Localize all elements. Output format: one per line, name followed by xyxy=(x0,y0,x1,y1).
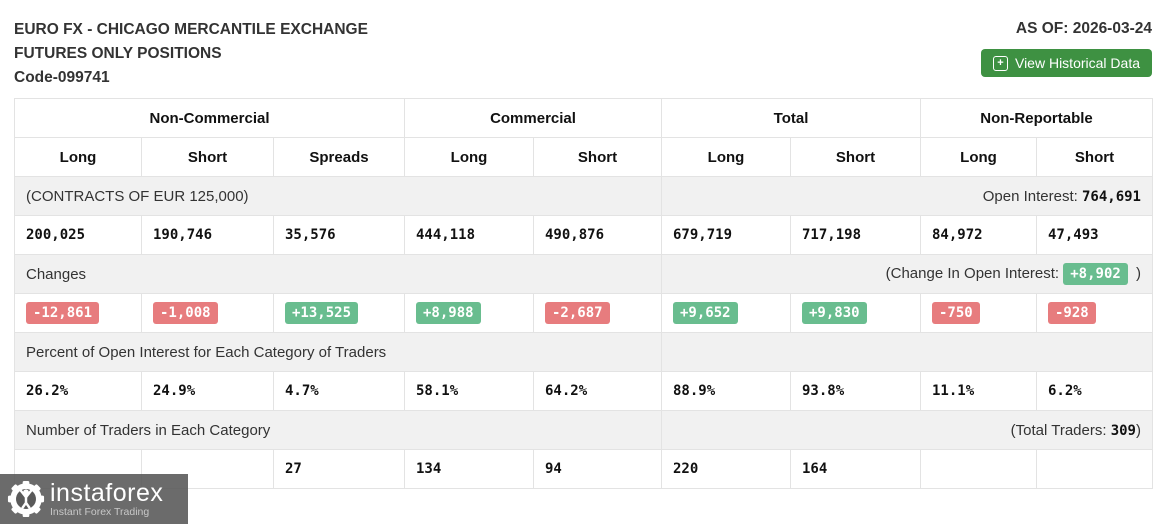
percent-cell: 64.2% xyxy=(533,371,662,411)
percent-cell: 4.7% xyxy=(273,371,405,411)
change-oi-suffix: ) xyxy=(1136,265,1141,282)
positions-cell: 490,876 xyxy=(533,215,662,255)
instaforex-gear-logo-icon xyxy=(7,480,45,518)
change-cell: +9,830 xyxy=(790,293,921,333)
contracts-label-row: (CONTRACTS OF EUR 125,000) Open Interest… xyxy=(14,176,1153,216)
percent-cell: 26.2% xyxy=(14,371,142,411)
positions-cell: 444,118 xyxy=(404,215,534,255)
change-cell: +9,652 xyxy=(661,293,791,333)
percent-label: Percent of Open Interest for Each Catego… xyxy=(14,332,662,372)
positions-cell: 717,198 xyxy=(790,215,921,255)
total-traders-value: 309 xyxy=(1110,422,1136,439)
change-badge: -12,861 xyxy=(26,302,100,324)
change-badge: -750 xyxy=(932,302,980,324)
positions-row: 200,025 190,746 35,576 444,118 490,876 6… xyxy=(14,215,1153,255)
change-cell: -928 xyxy=(1036,293,1153,333)
view-historical-data-button[interactable]: View Historical Data xyxy=(980,49,1152,77)
col-nr-long: Long xyxy=(920,137,1037,177)
percent-cell: 93.8% xyxy=(790,371,921,411)
report-title-block: EURO FX - CHICAGO MERCANTILE EXCHANGE FU… xyxy=(14,18,368,90)
positions-cell: 679,719 xyxy=(661,215,791,255)
change-cell: +8,988 xyxy=(404,293,534,333)
col-c-long: Long xyxy=(404,137,534,177)
col-nc-spreads: Spreads xyxy=(273,137,405,177)
percent-cell: 6.2% xyxy=(1036,371,1153,411)
group-header-row: Non-Commercial Commercial Total Non-Repo… xyxy=(14,98,1153,138)
percent-cell: 58.1% xyxy=(404,371,534,411)
total-traders-prefix: (Total Traders: xyxy=(1010,421,1107,439)
group-non-commercial: Non-Commercial xyxy=(14,98,405,138)
header-right-block: AS OF: 2026-03-24 View Historical Data xyxy=(980,18,1152,77)
change-badge: +13,525 xyxy=(285,302,359,324)
traders-cell: 94 xyxy=(533,449,662,489)
change-badge: +9,830 xyxy=(802,302,867,324)
col-c-short: Short xyxy=(533,137,662,177)
positions-cell: 35,576 xyxy=(273,215,405,255)
changes-label-row: Changes (Change In Open Interest: +8,902… xyxy=(14,254,1153,294)
change-badge: -1,008 xyxy=(153,302,218,324)
change-cell: -2,687 xyxy=(533,293,662,333)
report-subtitle: FUTURES ONLY POSITIONS xyxy=(14,45,222,62)
group-total: Total xyxy=(661,98,921,138)
total-traders-cell: (Total Traders: 309) xyxy=(661,410,1153,450)
change-badge: +9,652 xyxy=(673,302,738,324)
open-interest-value: 764,691 xyxy=(1081,188,1141,205)
group-commercial: Commercial xyxy=(404,98,662,138)
calendar-plus-icon xyxy=(992,55,1008,71)
change-cell: +13,525 xyxy=(273,293,405,333)
watermark-tagline: Instant Forex Trading xyxy=(50,505,150,518)
traders-label: Number of Traders in Each Category xyxy=(14,410,662,450)
change-cell: -1,008 xyxy=(141,293,274,333)
watermark-text-block: instaforex Instant Forex Trading xyxy=(50,478,164,518)
col-t-long: Long xyxy=(661,137,791,177)
traders-cell: 164 xyxy=(790,449,921,489)
change-open-interest-cell: (Change In Open Interest: +8,902 ) xyxy=(661,254,1153,294)
group-non-reportable: Non-Reportable xyxy=(920,98,1153,138)
report-title: EURO FX - CHICAGO MERCANTILE EXCHANGE xyxy=(14,21,368,38)
col-nc-long: Long xyxy=(14,137,142,177)
positions-cell: 84,972 xyxy=(920,215,1037,255)
positions-cell: 47,493 xyxy=(1036,215,1153,255)
column-header-row: Long Short Spreads Long Short Long Short… xyxy=(14,137,1153,177)
change-cell: -750 xyxy=(920,293,1037,333)
watermark-brand: instaforex xyxy=(50,478,164,507)
traders-cell: 134 xyxy=(404,449,534,489)
positions-cell: 200,025 xyxy=(14,215,142,255)
percent-label-right-cell xyxy=(661,332,1153,372)
instaforex-watermark: instaforex Instant Forex Trading xyxy=(0,474,188,524)
traders-cell: 220 xyxy=(661,449,791,489)
page-header: EURO FX - CHICAGO MERCANTILE EXCHANGE FU… xyxy=(0,0,1166,98)
percent-cell: 24.9% xyxy=(141,371,274,411)
open-interest-cell: Open Interest: 764,691 xyxy=(661,176,1153,216)
change-badge: +8,988 xyxy=(416,302,481,324)
as-of-date: AS OF: 2026-03-24 xyxy=(1015,20,1152,37)
col-nr-short: Short xyxy=(1036,137,1153,177)
percent-cell: 88.9% xyxy=(661,371,791,411)
cot-report-table: Non-Commercial Commercial Total Non-Repo… xyxy=(14,98,1153,489)
contracts-label: (CONTRACTS OF EUR 125,000) xyxy=(14,176,662,216)
percent-label-row: Percent of Open Interest for Each Catego… xyxy=(14,332,1153,372)
percent-cell: 11.1% xyxy=(920,371,1037,411)
col-t-short: Short xyxy=(790,137,921,177)
change-cell: -12,861 xyxy=(14,293,142,333)
percent-row: 26.2% 24.9% 4.7% 58.1% 64.2% 88.9% 93.8%… xyxy=(14,371,1153,411)
traders-cell: 27 xyxy=(273,449,405,489)
traders-cell xyxy=(1036,449,1153,489)
traders-cell xyxy=(920,449,1037,489)
traders-label-row: Number of Traders in Each Category (Tota… xyxy=(14,410,1153,450)
change-oi-prefix: (Change In Open Interest: xyxy=(885,265,1060,282)
change-oi-badge: +8,902 xyxy=(1063,263,1128,285)
change-badge: -928 xyxy=(1048,302,1096,324)
changes-row: -12,861 -1,008 +13,525 +8,988 -2,687 +9,… xyxy=(14,293,1153,333)
total-traders-suffix: ) xyxy=(1136,421,1141,439)
col-nc-short: Short xyxy=(141,137,274,177)
view-historical-data-label: View Historical Data xyxy=(1014,55,1140,71)
open-interest-label: Open Interest: xyxy=(982,187,1078,205)
changes-label: Changes xyxy=(14,254,662,294)
positions-cell: 190,746 xyxy=(141,215,274,255)
report-code: Code-099741 xyxy=(14,69,110,86)
change-badge: -2,687 xyxy=(545,302,610,324)
